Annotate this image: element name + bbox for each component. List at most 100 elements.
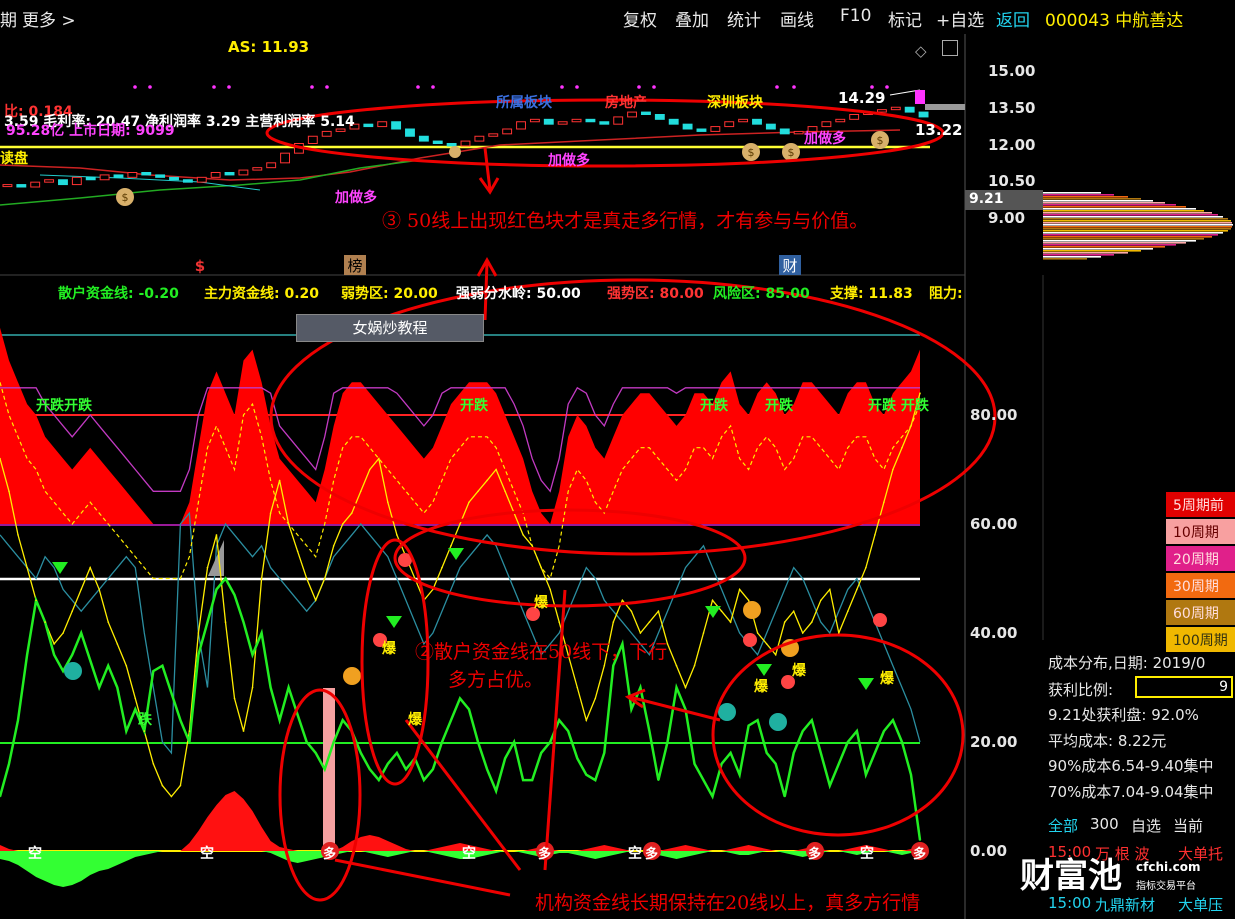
sector-label[interactable]: 所属板块 [496, 92, 552, 112]
watermark-slogan: 指标交易平台 [1136, 881, 1196, 892]
price-tick: 12.00 [988, 136, 1036, 154]
series-point-1-69 [621, 599, 624, 602]
teal-down-icon [769, 713, 787, 731]
sector-label[interactable]: 房地产 [605, 92, 647, 112]
candle-32 [446, 143, 457, 147]
signal-markers [52, 548, 929, 860]
series-point-0-15 [134, 708, 137, 711]
annotation-ellipse-bottom [278, 688, 362, 902]
series-point-1-101 [910, 425, 912, 427]
legend-period-20[interactable]: 20周期 [1166, 546, 1235, 571]
strong-red-area [0, 327, 920, 524]
series-point-1-56 [504, 490, 506, 493]
profile-bar-31 [1043, 254, 1114, 256]
profile-bar-27 [1043, 246, 1165, 248]
down-triangle-icon [448, 548, 464, 560]
series-point-1-12 [107, 621, 110, 623]
profile-bar-19 [1043, 230, 1228, 232]
duo-label: 多 [913, 847, 927, 862]
candle-5 [71, 176, 82, 186]
event-mark-finance: 财 [782, 257, 797, 275]
series-point-1-23 [206, 566, 209, 569]
teal-down-icon [718, 703, 736, 721]
series-point-1-7 [62, 632, 64, 634]
candle-65 [904, 106, 915, 113]
diamond-icon[interactable]: ◇ [915, 42, 927, 60]
profile-bar-26 [1043, 244, 1176, 246]
candle-56 [779, 128, 790, 135]
series-point-1-19 [170, 795, 173, 798]
teaching-button[interactable]: 女娲炒教程 [296, 314, 484, 342]
series-point-0-26 [233, 594, 236, 596]
kaidie-label: 开跌 [765, 398, 793, 414]
indicator-tick: 40.00 [970, 624, 1018, 642]
legend-period-100[interactable]: 100周期 [1166, 627, 1235, 652]
legend-period-60[interactable]: 60周期 [1166, 600, 1235, 625]
series-point-0-72 [648, 730, 651, 732]
series-point-0-56 [504, 757, 506, 760]
tab-watchlist[interactable]: 自选 [1131, 815, 1161, 836]
profit-ratio-value: 9 [1219, 679, 1228, 695]
series-point-1-32 [287, 523, 290, 525]
pink-dot-5 [325, 85, 329, 89]
profit-ratio-label: 获利比例: [1048, 681, 1114, 699]
series-point-1-16 [143, 730, 146, 732]
series-point-0-82 [738, 773, 741, 776]
series-point-0-88 [792, 752, 795, 754]
legend-period-10[interactable]: 10周期 [1166, 519, 1235, 544]
series-point-0-85 [765, 752, 768, 754]
series-point-0-92 [829, 784, 831, 787]
tab-all[interactable]: 全部 [1048, 815, 1078, 836]
series-point-1-18 [161, 784, 164, 787]
indicator-tick: 0.00 [970, 842, 1008, 860]
legend-period-5[interactable]: 5周期前 [1166, 492, 1235, 517]
candle-1 [16, 184, 27, 188]
left-label-fragment: 读盘 [0, 151, 28, 167]
series-point-0-58 [522, 779, 524, 781]
indicator-header-support: 支撑: 11.83 [830, 286, 913, 302]
series-point-1-31 [278, 479, 281, 482]
candle-19 [266, 162, 277, 169]
series-point-1-22 [197, 632, 200, 634]
series-point-1-54 [486, 479, 488, 482]
series-point-0-73 [657, 779, 660, 781]
series-point-0-9 [80, 632, 82, 634]
series-point-1-86 [774, 654, 777, 656]
tab-current[interactable]: 当前 [1173, 815, 1203, 836]
candle-4 [58, 179, 68, 186]
candle-22 [307, 135, 318, 144]
series-point-1-44 [396, 534, 398, 536]
profile-bar-28 [1043, 248, 1153, 250]
panel-toggle-icon[interactable] [942, 40, 958, 56]
indicator-tick: 60.00 [970, 515, 1018, 533]
candle-35 [488, 133, 499, 137]
candle-50 [696, 128, 707, 132]
signal-label: 加做多 [548, 153, 590, 169]
series-point-1-80 [720, 610, 723, 612]
series-point-0-90 [810, 719, 813, 721]
series-point-0-75 [675, 686, 678, 689]
profile-bar-18 [1043, 228, 1231, 230]
series-point-1-64 [576, 686, 579, 689]
series-point-0-35 [314, 752, 317, 754]
down-triangle-icon [386, 616, 402, 628]
series-point-0-30 [269, 686, 272, 689]
butterfly-icon [873, 613, 887, 627]
series-point-1-13 [116, 643, 119, 645]
bao-label: 爆 [408, 712, 422, 728]
legend-period-30[interactable]: 30周期 [1166, 573, 1235, 598]
series-point-1-43 [387, 501, 389, 504]
profile-bar-15 [1043, 222, 1232, 224]
tab-300[interactable]: 300 [1090, 815, 1119, 833]
candle-43 [599, 121, 610, 125]
series-point-0-93 [838, 763, 840, 765]
candle-6 [85, 176, 96, 181]
candle-49 [682, 123, 693, 130]
series-point-0-101 [910, 773, 912, 776]
series-point-1-41 [369, 468, 371, 471]
series-point-1-71 [639, 632, 642, 634]
sector-label[interactable]: 深圳板块 [707, 92, 763, 112]
series-point-0-86 [774, 763, 777, 765]
financial-stats-line2: 95.28亿 上市日期: 9099 [6, 123, 175, 139]
duo-label: 多 [645, 847, 659, 862]
